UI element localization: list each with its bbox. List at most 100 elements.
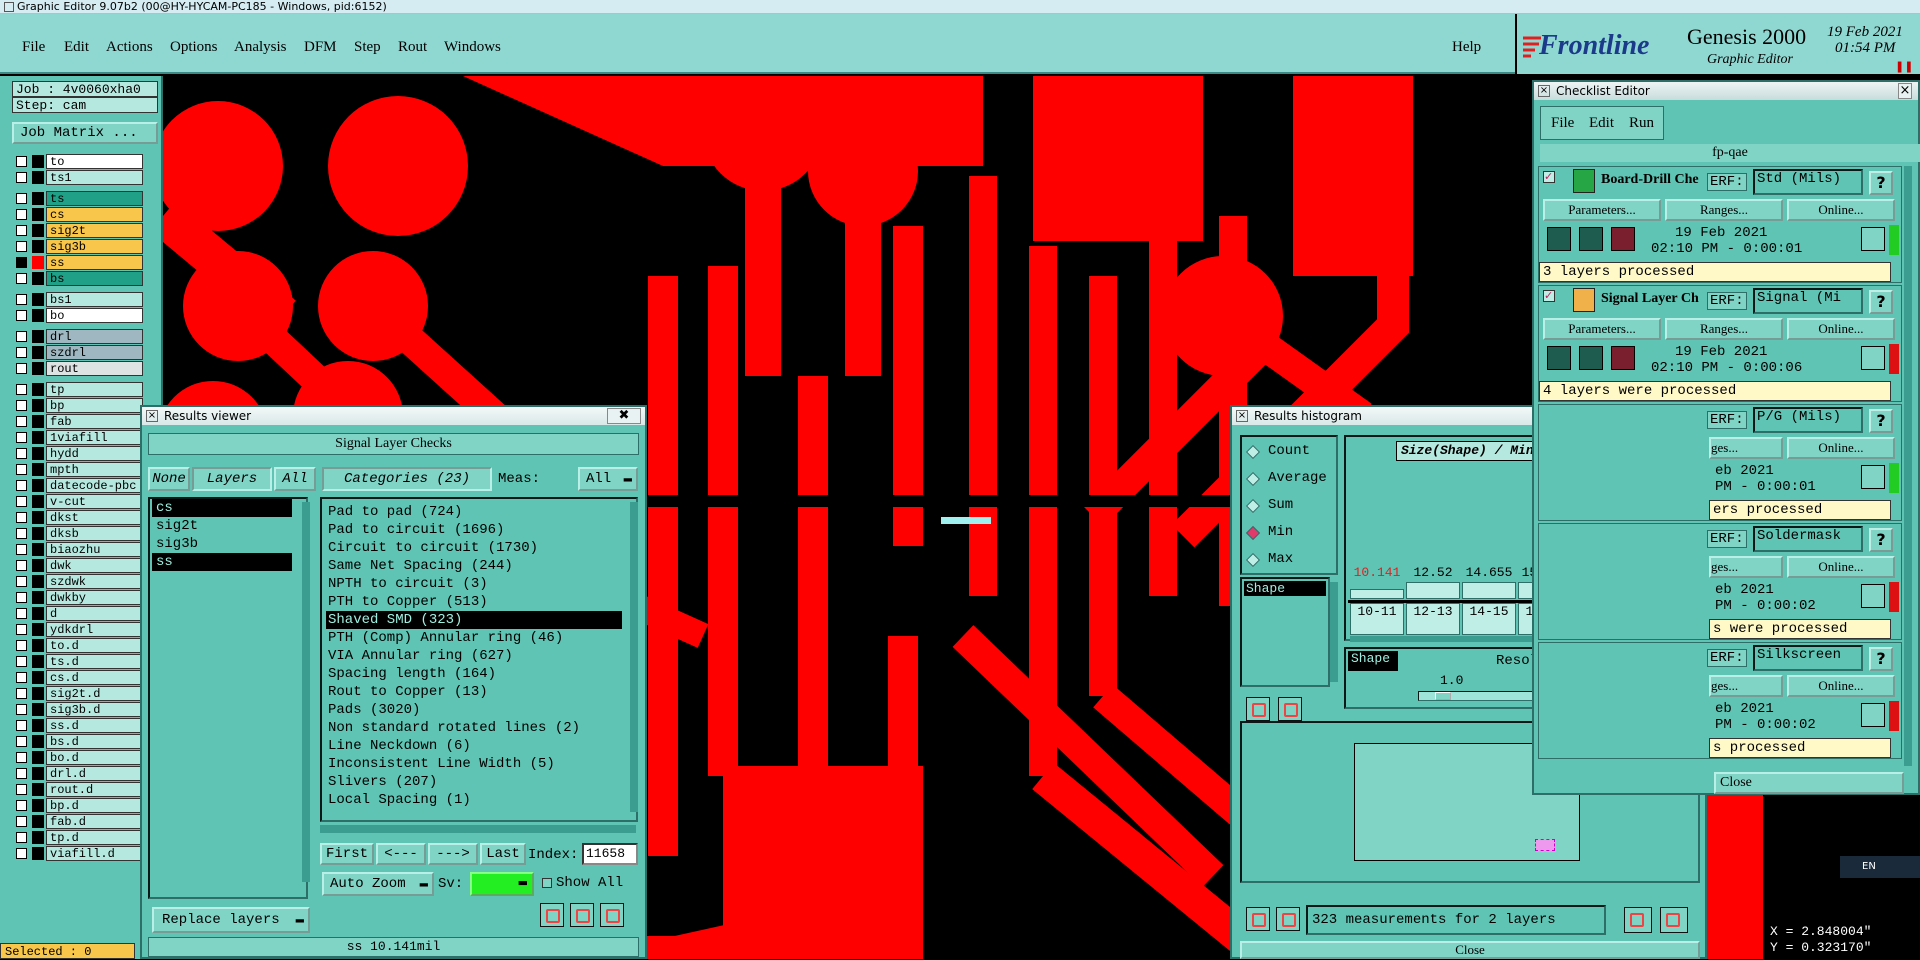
layer-row[interactable]: dwkby — [12, 590, 143, 605]
stat-option[interactable]: Max — [1245, 551, 1336, 571]
layer-checkbox[interactable] — [16, 576, 27, 587]
category-item[interactable]: Pad to circuit (1696) — [326, 521, 622, 539]
undo-icon[interactable] — [600, 903, 624, 927]
layer-checkbox[interactable] — [16, 464, 27, 475]
layer-checkbox[interactable] — [16, 225, 27, 236]
layer-checkbox[interactable] — [16, 528, 27, 539]
layer-checkbox[interactable] — [16, 816, 27, 827]
refresh-icon[interactable] — [570, 903, 594, 927]
menu-step[interactable]: Step — [354, 39, 381, 56]
layer-row[interactable]: cs — [12, 207, 143, 222]
meas-select[interactable]: All ▬ — [578, 467, 638, 491]
layer-row[interactable]: sig2t.d — [12, 686, 143, 701]
histogram-bar[interactable] — [1406, 582, 1460, 599]
ranges-button[interactable]: Ranges... — [1665, 318, 1783, 340]
stat-option[interactable]: Sum — [1245, 497, 1336, 517]
run-icon[interactable] — [1547, 346, 1571, 370]
checklist-menu-run[interactable]: Run — [1629, 115, 1654, 132]
layer-checkbox[interactable] — [16, 480, 27, 491]
checklist-menu-edit[interactable]: Edit — [1589, 115, 1614, 132]
layer-checkbox[interactable] — [16, 624, 27, 635]
ranges-button[interactable]: ges... — [1709, 556, 1783, 578]
layer-row[interactable]: drl — [12, 329, 143, 344]
refresh-icon[interactable] — [1276, 907, 1300, 931]
layer-row[interactable]: tp.d — [12, 830, 143, 845]
delete-icon[interactable] — [1246, 907, 1270, 931]
online-button[interactable]: Online... — [1787, 318, 1895, 340]
delete-icon[interactable] — [1246, 697, 1270, 721]
prev-button[interactable]: <--- — [376, 843, 426, 865]
layer-checkbox[interactable] — [16, 448, 27, 459]
stat-option[interactable]: Count — [1245, 443, 1336, 463]
layer-row[interactable]: v-cut — [12, 494, 143, 509]
layers-button[interactable]: Layers — [192, 467, 272, 491]
layer-row[interactable]: bs — [12, 271, 143, 286]
zoom-icon[interactable] — [1861, 346, 1885, 370]
menu-file[interactable]: File — [22, 39, 45, 56]
layer-row[interactable]: szdrl — [12, 345, 143, 360]
ime-indicator[interactable]: EN — [1840, 856, 1920, 878]
auto-zoom-select[interactable]: Auto Zoom ▬ — [322, 872, 434, 896]
layer-result-item[interactable]: sig2t — [152, 517, 292, 535]
zoom-import-icon[interactable] — [1660, 907, 1688, 933]
layer-row[interactable]: cs.d — [12, 670, 143, 685]
layer-checkbox[interactable] — [16, 310, 27, 321]
layer-row[interactable]: ts.d — [12, 654, 143, 669]
run-icon[interactable] — [1579, 227, 1603, 251]
layer-checkbox[interactable] — [16, 209, 27, 220]
layer-checkbox[interactable] — [16, 704, 27, 715]
layer-row[interactable]: ts1 — [12, 170, 143, 185]
category-item[interactable]: Slivers (207) — [326, 773, 622, 791]
show-all-checkbox[interactable] — [542, 878, 552, 888]
layer-row[interactable]: bp.d — [12, 798, 143, 813]
layer-row[interactable]: bp — [12, 398, 143, 413]
layer-checkbox[interactable] — [16, 512, 27, 523]
category-item[interactable]: Pads (3020) — [326, 701, 622, 719]
category-item[interactable]: Same Net Spacing (244) — [326, 557, 622, 575]
index-input[interactable]: 11658 — [582, 843, 638, 865]
layer-row[interactable]: hydd — [12, 446, 143, 461]
category-list[interactable]: Pad to pad (724) Pad to circuit (1696) Cir… — [320, 497, 638, 822]
layer-result-item[interactable]: ss — [152, 553, 292, 571]
ranges-button[interactable]: Ranges... — [1665, 199, 1783, 221]
layer-checkbox[interactable] — [16, 784, 27, 795]
layer-checkbox[interactable] — [16, 400, 27, 411]
none-button[interactable]: None — [148, 467, 190, 491]
close-icon[interactable]: ✖ — [607, 408, 641, 424]
category-item[interactable]: Circuit to circuit (1730) — [326, 539, 622, 557]
last-button[interactable]: Last — [480, 843, 526, 865]
layer-checkbox[interactable] — [16, 592, 27, 603]
stat-option[interactable]: Min — [1245, 524, 1336, 544]
online-button[interactable]: Online... — [1787, 556, 1895, 578]
layer-checkbox[interactable] — [16, 768, 27, 779]
layer-checkbox[interactable] — [16, 640, 27, 651]
layer-checkbox[interactable] — [16, 294, 27, 305]
layer-row[interactable]: sig3b.d — [12, 702, 143, 717]
menu-options[interactable]: Options — [170, 39, 218, 56]
delete-icon[interactable] — [540, 903, 564, 927]
layer-row[interactable]: d — [12, 606, 143, 621]
pause-icon[interactable]: ❚❚ — [1895, 60, 1913, 73]
parameters-button[interactable]: Parameters... — [1543, 318, 1661, 340]
layer-row[interactable]: rout.d — [12, 782, 143, 797]
category-item[interactable]: Rout to Copper (13) — [326, 683, 622, 701]
menu-help[interactable]: Help — [1452, 39, 1481, 56]
layer-row[interactable]: ydkdrl — [12, 622, 143, 637]
layer-checkbox[interactable] — [16, 241, 27, 252]
menu-edit[interactable]: Edit — [64, 39, 89, 56]
help-icon[interactable]: ? — [1869, 409, 1893, 433]
zoom-export-icon[interactable] — [1624, 907, 1652, 933]
category-item[interactable]: PTH to Copper (513) — [326, 593, 622, 611]
job-matrix-button[interactable]: Job Matrix ... — [12, 122, 158, 144]
all-button[interactable]: All — [274, 467, 316, 491]
sv-color-select[interactable]: ▬ — [470, 872, 534, 896]
layer-row[interactable]: rout — [12, 361, 143, 376]
layer-row[interactable]: biaozhu — [12, 542, 143, 557]
menu-analysis[interactable]: Analysis — [234, 39, 287, 56]
layer-checkbox[interactable] — [16, 848, 27, 859]
layer-row[interactable]: 1viafill — [12, 430, 143, 445]
layer-checkbox[interactable] — [16, 496, 27, 507]
help-icon[interactable]: ? — [1869, 528, 1893, 552]
zoom-icon[interactable] — [1861, 227, 1885, 251]
layer-result-item[interactable]: sig3b — [152, 535, 292, 553]
